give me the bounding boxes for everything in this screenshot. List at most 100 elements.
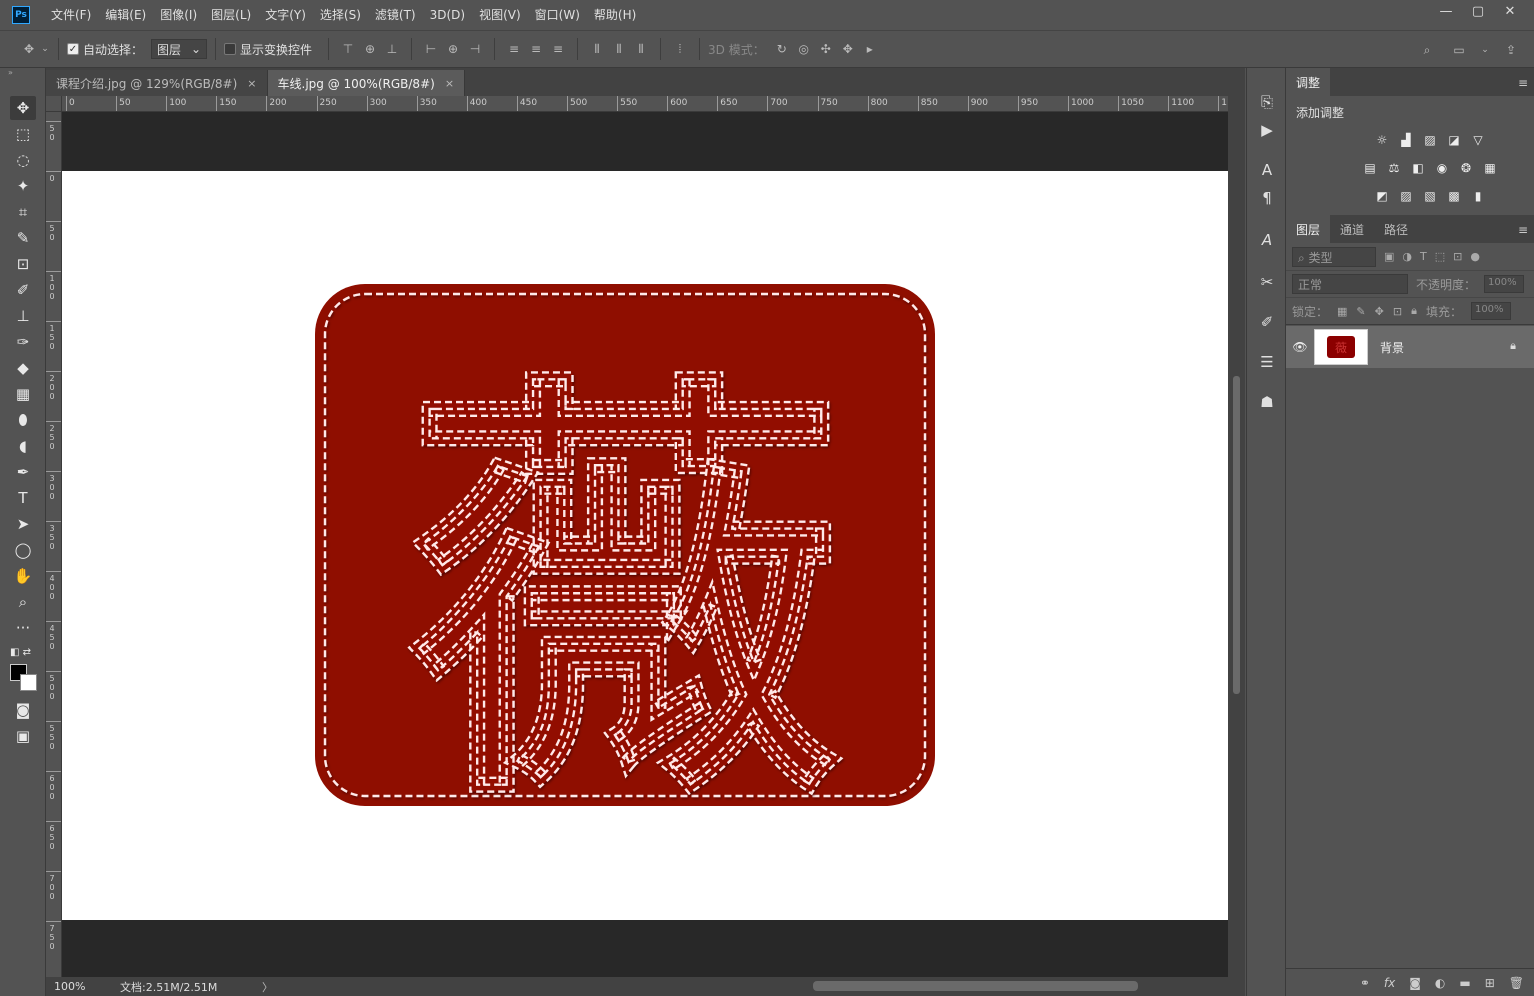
actions-panel-icon[interactable]: ▶	[1255, 118, 1279, 142]
eraser-tool-icon[interactable]: ◆	[10, 356, 36, 380]
minimize-button[interactable]: —	[1430, 0, 1462, 22]
layer-filter-select[interactable]: ⌕ 类型	[1292, 246, 1376, 267]
filter-pixel-icon[interactable]: ▣	[1384, 250, 1394, 263]
layer-name[interactable]: 背景	[1380, 339, 1404, 356]
filter-smart-object-icon[interactable]: ⊡	[1453, 250, 1462, 263]
filter-type-icon[interactable]: T	[1420, 250, 1427, 263]
close-tab-icon[interactable]: ×	[247, 77, 256, 90]
lock-position-icon[interactable]: ✥	[1375, 305, 1384, 318]
canvas-pasteboard[interactable]: 薇	[62, 112, 1228, 977]
layer-style-icon[interactable]: fx	[1384, 976, 1395, 990]
filter-adjustment-icon[interactable]: ◑	[1402, 250, 1412, 263]
history-brush-tool-icon[interactable]: ✑	[10, 330, 36, 354]
ellipse-tool-icon[interactable]: ◯	[10, 538, 36, 562]
menu-3d[interactable]: 3D(D)	[423, 0, 472, 30]
marquee-tool-icon[interactable]: ⬚	[10, 122, 36, 146]
type-tool-icon[interactable]: T	[10, 486, 36, 510]
brightness-icon[interactable]: ☼	[1373, 131, 1391, 149]
share-icon[interactable]: ⇪	[1500, 39, 1522, 61]
delete-layer-icon[interactable]: 🗑︎	[1509, 976, 1524, 990]
ruler-corner[interactable]	[46, 96, 62, 112]
menu-layer[interactable]: 图层(L)	[204, 0, 258, 30]
selective-color-icon[interactable]: ▩	[1445, 187, 1463, 205]
color-lookup-icon[interactable]: ▦	[1481, 159, 1499, 177]
fill-input[interactable]: 100%	[1470, 302, 1511, 320]
crop-tool-icon[interactable]: ⌗	[10, 200, 36, 224]
search-icon[interactable]: ⌕	[1416, 39, 1438, 61]
hue-saturation-icon[interactable]: ▤	[1361, 159, 1379, 177]
align-right-icon[interactable]: ⊣	[464, 38, 486, 60]
chevron-down-icon[interactable]: ⌄	[40, 38, 50, 60]
layer-row[interactable]: 👁︎ 薇 背景 🔒︎	[1286, 326, 1534, 368]
lock-transparent-icon[interactable]: ▦	[1337, 305, 1347, 318]
distribute-top-icon[interactable]: ≡	[503, 38, 525, 60]
threshold-icon[interactable]: ▧	[1421, 187, 1439, 205]
distribute-right-icon[interactable]: ⦀	[630, 38, 652, 60]
paragraph-panel-icon[interactable]: ¶	[1255, 186, 1279, 210]
vertical-scrollbar[interactable]	[1228, 96, 1245, 977]
chevron-down-icon[interactable]: ⌄	[1480, 39, 1490, 61]
tab-adjustments[interactable]: 调整	[1286, 68, 1331, 96]
layer-lock-icon[interactable]: 🔒︎	[1510, 339, 1516, 353]
menu-window[interactable]: 窗口(W)	[528, 0, 587, 30]
tab-layers[interactable]: 图层	[1286, 215, 1331, 243]
lock-pixels-icon[interactable]: ✎	[1356, 305, 1365, 318]
color-balance-icon[interactable]: ⚖	[1385, 159, 1403, 177]
close-button[interactable]: ✕	[1494, 0, 1526, 22]
menu-edit[interactable]: 编辑(E)	[98, 0, 153, 30]
hand-tool-icon[interactable]: ✋	[10, 564, 36, 588]
lasso-tool-icon[interactable]: ◌	[10, 148, 36, 172]
new-group-icon[interactable]: ▬	[1459, 976, 1470, 990]
restore-button[interactable]: ▢	[1462, 0, 1494, 22]
glyphs-panel-icon[interactable]: A	[1255, 228, 1279, 252]
posterize-icon[interactable]: ▨	[1397, 187, 1415, 205]
horizontal-ruler[interactable]: 0 50 100 150 200 250 300 350 400 450 500 550 600 650 7…	[62, 96, 1230, 112]
new-layer-icon[interactable]: ⊞	[1485, 976, 1495, 990]
menu-type[interactable]: 文字(Y)	[258, 0, 313, 30]
pen-tool-icon[interactable]: ✒	[10, 460, 36, 484]
add-mask-icon[interactable]: ◙	[1409, 976, 1421, 990]
distribute-vcenter-icon[interactable]: ≡	[525, 38, 547, 60]
exposure-icon[interactable]: ◪	[1445, 131, 1463, 149]
vibrance-icon[interactable]: ▽	[1469, 131, 1487, 149]
auto-select-checkbox[interactable]: ✓	[67, 43, 79, 55]
vertical-ruler[interactable]: 50 0 50 100 150 200 250 300 350 400 450 500 550 600 65…	[46, 112, 62, 977]
distribute-bottom-icon[interactable]: ≡	[547, 38, 569, 60]
align-hcenter-icon[interactable]: ⊕	[442, 38, 464, 60]
3d-roll-icon[interactable]: ◎	[793, 38, 815, 60]
align-vcenter-icon[interactable]: ⊕	[359, 38, 381, 60]
panel-menu-icon[interactable]: ≡	[1518, 76, 1528, 90]
3d-scale-icon[interactable]: ▸	[859, 38, 881, 60]
3d-rotate-icon[interactable]: ↻	[771, 38, 793, 60]
photo-filter-icon[interactable]: ◉	[1433, 159, 1451, 177]
filter-shape-icon[interactable]: ⬚	[1435, 250, 1445, 263]
lock-artboard-icon[interactable]: ⊡	[1393, 305, 1402, 318]
scroll-thumb[interactable]	[813, 981, 1138, 991]
status-menu-arrow[interactable]: 〉	[262, 979, 273, 995]
properties-panel-icon[interactable]: ☰	[1255, 350, 1279, 374]
more-tools-icon[interactable]: ···	[10, 616, 36, 640]
menu-select[interactable]: 选择(S)	[313, 0, 368, 30]
curves-icon[interactable]: ▨	[1421, 131, 1439, 149]
background-color-swatch[interactable]	[20, 674, 37, 691]
history-panel-icon[interactable]: ⎘	[1255, 90, 1279, 114]
path-selection-tool-icon[interactable]: ➤	[10, 512, 36, 536]
blur-tool-icon[interactable]: ⬮	[10, 408, 36, 432]
brush-settings-icon[interactable]: ✐	[1255, 310, 1279, 334]
align-bottom-icon[interactable]: ⊥	[381, 38, 403, 60]
horizontal-scrollbar[interactable]	[273, 977, 1245, 996]
move-tool-icon[interactable]: ✥	[10, 96, 36, 120]
panel-menu-icon[interactable]: ≡	[1518, 223, 1528, 237]
menu-filter[interactable]: 滤镜(T)	[368, 0, 423, 30]
swap-colors-icon[interactable]: ◧ ⇄	[10, 640, 34, 664]
tab-paths[interactable]: 路径	[1374, 215, 1418, 243]
auto-align-icon[interactable]: ⦙	[669, 38, 691, 60]
auto-select-dropdown[interactable]: 图层 ⌄	[151, 39, 208, 59]
levels-icon[interactable]: ▟	[1397, 131, 1415, 149]
menu-view[interactable]: 视图(V)	[472, 0, 528, 30]
lock-all-icon[interactable]: 🔒︎	[1411, 304, 1417, 318]
opacity-input[interactable]: 100%	[1484, 275, 1525, 293]
distribute-left-icon[interactable]: ⦀	[586, 38, 608, 60]
quick-mask-icon[interactable]: ◙	[10, 698, 36, 722]
invert-icon[interactable]: ◩	[1373, 187, 1391, 205]
